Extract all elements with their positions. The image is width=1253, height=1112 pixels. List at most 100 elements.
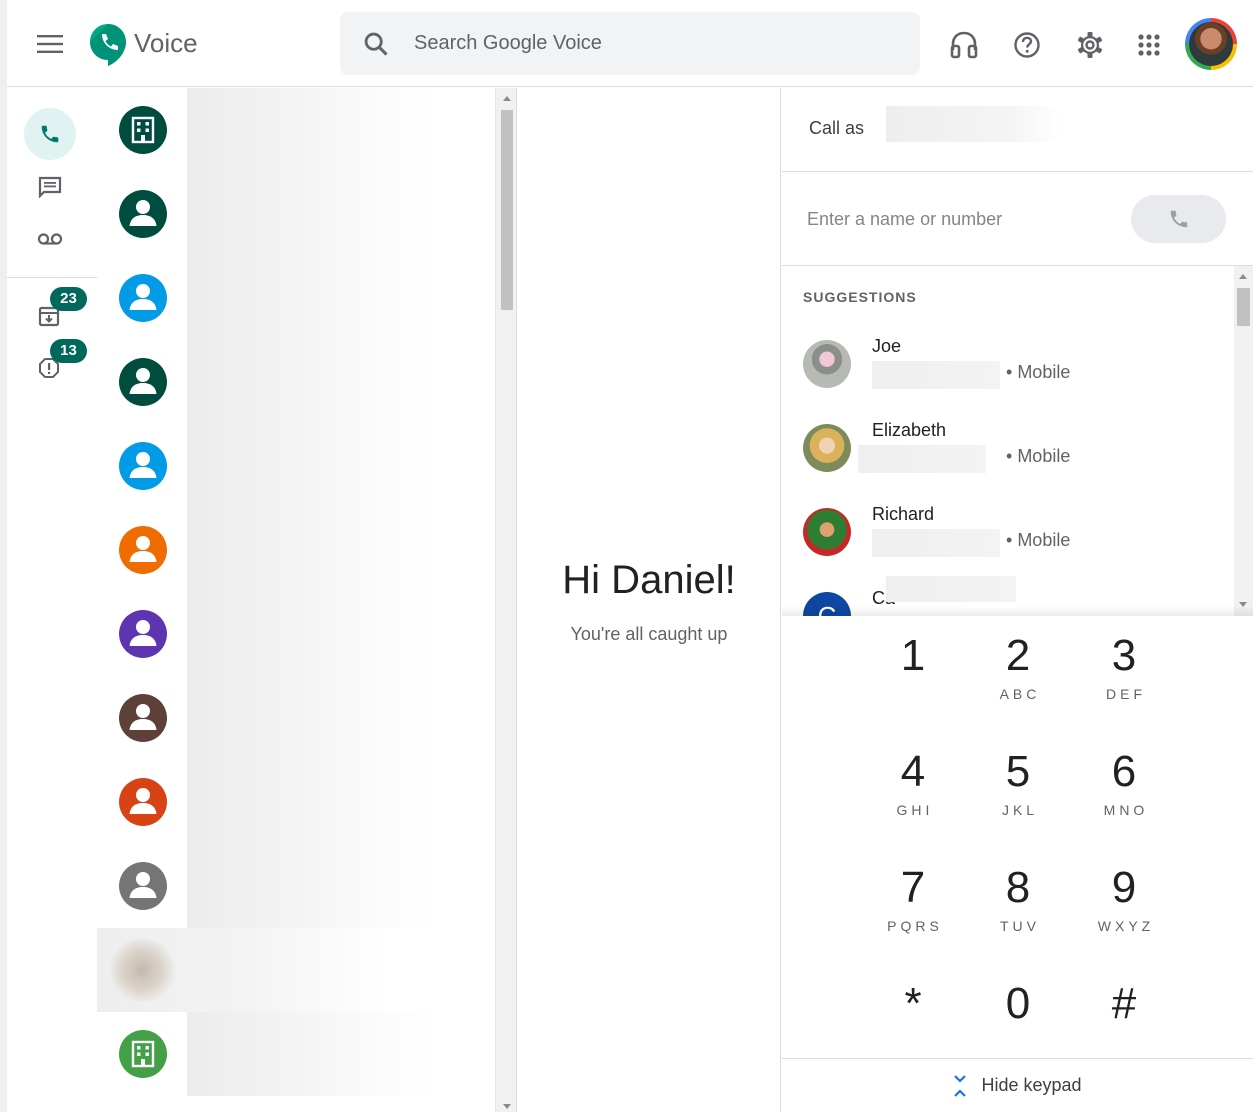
search-icon[interactable] xyxy=(362,30,390,58)
phone-icon xyxy=(1170,210,1187,228)
account-avatar[interactable] xyxy=(1185,18,1237,70)
main-menu-button[interactable] xyxy=(31,26,69,62)
nav-voicemail[interactable] xyxy=(31,224,69,254)
number-input[interactable] xyxy=(807,197,1127,241)
dial-keypad: 1 2 ABC 3 DEF 4 GHI 5 JKL 6 MNO 7 PQRS 8 TUV 9 WXYZ * 0 # xyxy=(782,616,1253,1058)
person-avatar-icon xyxy=(119,862,167,910)
keypad-key[interactable]: 9 WXYZ xyxy=(1076,848,1172,958)
keypad-letters: WXYZ xyxy=(1097,918,1155,934)
conversation-preview-redacted xyxy=(187,592,437,676)
suggestions-heading: SUGGESTIONS xyxy=(803,289,917,305)
keypad-key[interactable]: 2 ABC xyxy=(970,616,1066,726)
suggestion-name: Elizabeth xyxy=(872,420,947,440)
account-photo xyxy=(1189,22,1233,66)
message-icon xyxy=(38,176,62,198)
conversation-row[interactable] xyxy=(97,424,497,508)
suggestions-list[interactable]: SUGGESTIONS Joe Mobile Elizabeth Mobile … xyxy=(782,266,1253,616)
conversation-row[interactable] xyxy=(97,844,497,928)
settings-button[interactable] xyxy=(1070,25,1110,65)
scroll-up-arrow[interactable] xyxy=(503,96,511,101)
call-button[interactable] xyxy=(1131,195,1226,243)
rail-divider xyxy=(7,277,97,278)
keypad-key[interactable]: 1 xyxy=(865,616,961,726)
keypad-digit: 9 xyxy=(1111,863,1137,912)
scroll-down-arrow[interactable] xyxy=(503,1104,511,1109)
phone-icon xyxy=(41,125,59,143)
suggestion-number-redacted xyxy=(858,445,986,473)
keypad-key[interactable]: 7 PQRS xyxy=(865,848,961,958)
voice-app: Voice Search Google Voice 23 13 Hi Danie… xyxy=(0,0,1253,1112)
scroll-up-arrow[interactable] xyxy=(1239,274,1247,279)
search-bar[interactable] xyxy=(340,12,920,75)
conversation-preview-redacted xyxy=(187,1012,437,1096)
conversation-row[interactable] xyxy=(97,928,387,1012)
suggestions-fade xyxy=(782,606,1253,616)
keypad-key[interactable]: 5 JKL xyxy=(970,732,1066,842)
keypad-key[interactable]: 8 TUV xyxy=(970,848,1066,958)
keypad-key[interactable]: 6 MNO xyxy=(1076,732,1172,842)
keypad-key[interactable]: 3 DEF xyxy=(1076,616,1172,726)
person-avatar-icon xyxy=(119,190,167,238)
apps-button[interactable] xyxy=(1129,25,1169,65)
app-title[interactable]: Voice xyxy=(134,28,198,59)
suggestions-scroll-thumb[interactable] xyxy=(1237,288,1250,326)
keypad-digit: 8 xyxy=(1005,863,1031,912)
conversation-preview-redacted xyxy=(187,760,437,844)
suggestion-item[interactable]: Joe Mobile xyxy=(782,336,1234,420)
conversation-row[interactable] xyxy=(97,592,497,676)
person-avatar-icon xyxy=(119,694,167,742)
person-avatar-icon xyxy=(119,274,167,322)
number-entry-row xyxy=(782,172,1253,266)
suggestion-name-redacted xyxy=(886,576,1016,602)
keypad-digit: 4 xyxy=(900,747,926,796)
search-input[interactable] xyxy=(414,12,894,75)
suggestion-item[interactable]: Elizabeth Mobile xyxy=(782,420,1234,504)
suggestions-scrollbar[interactable] xyxy=(1234,266,1253,616)
business-avatar-icon xyxy=(119,1030,167,1078)
conversation-preview-redacted xyxy=(187,424,437,508)
keypad-digit: # xyxy=(1111,979,1137,1028)
contact-photo xyxy=(803,424,851,472)
keypad-letters: DEF xyxy=(1106,686,1146,702)
voice-logo-icon[interactable] xyxy=(90,24,126,66)
suggestion-phone-type: Mobile xyxy=(1006,446,1070,467)
navigation-rail: 23 13 xyxy=(7,88,97,1112)
keypad-digit: * xyxy=(904,979,922,1028)
conversation-row[interactable] xyxy=(97,508,497,592)
archive-count-badge: 23 xyxy=(50,287,87,311)
keypad-key[interactable]: 4 GHI xyxy=(865,732,961,842)
call-as-number-redacted[interactable] xyxy=(886,106,1061,142)
person-avatar-icon xyxy=(119,610,167,658)
greeting-subtitle: You're all caught up xyxy=(570,624,728,644)
greeting-heading: Hi Daniel! xyxy=(562,558,736,602)
keypad-letters: JKL xyxy=(1001,802,1039,818)
hide-keypad-button[interactable]: Hide keypad xyxy=(782,1058,1253,1112)
person-avatar-icon xyxy=(119,778,167,826)
conversation-row[interactable] xyxy=(97,340,497,424)
conversation-list[interactable] xyxy=(97,88,517,1112)
keypad-digit: 6 xyxy=(1111,747,1137,796)
nav-calls[interactable] xyxy=(24,108,76,160)
conversation-row[interactable] xyxy=(97,172,497,256)
conversation-row[interactable] xyxy=(97,760,497,844)
conversation-preview-redacted xyxy=(187,172,437,256)
conversation-row[interactable] xyxy=(97,256,497,340)
list-scroll-thumb[interactable] xyxy=(501,110,513,310)
suggestion-number-redacted xyxy=(872,529,1000,557)
contact-photo-blurred xyxy=(107,938,177,1002)
settings-icon xyxy=(1077,32,1103,58)
apps-grid-icon xyxy=(1138,34,1160,56)
conversation-row[interactable] xyxy=(97,1012,497,1096)
list-scrollbar[interactable] xyxy=(495,88,517,1112)
support-button[interactable] xyxy=(944,25,984,65)
help-button[interactable] xyxy=(1007,25,1047,65)
conversation-row[interactable] xyxy=(97,88,497,172)
welcome-panel: Hi Daniel! You're all caught up xyxy=(517,88,781,1112)
person-avatar-icon xyxy=(119,526,167,574)
keypad-digit: 0 xyxy=(1005,979,1031,1028)
nav-messages[interactable] xyxy=(31,172,69,202)
keypad-digit: 7 xyxy=(900,863,926,912)
conversation-row[interactable] xyxy=(97,676,497,760)
suggestion-phone-type: Mobile xyxy=(1006,530,1070,551)
suggestion-number-redacted xyxy=(872,361,1000,389)
